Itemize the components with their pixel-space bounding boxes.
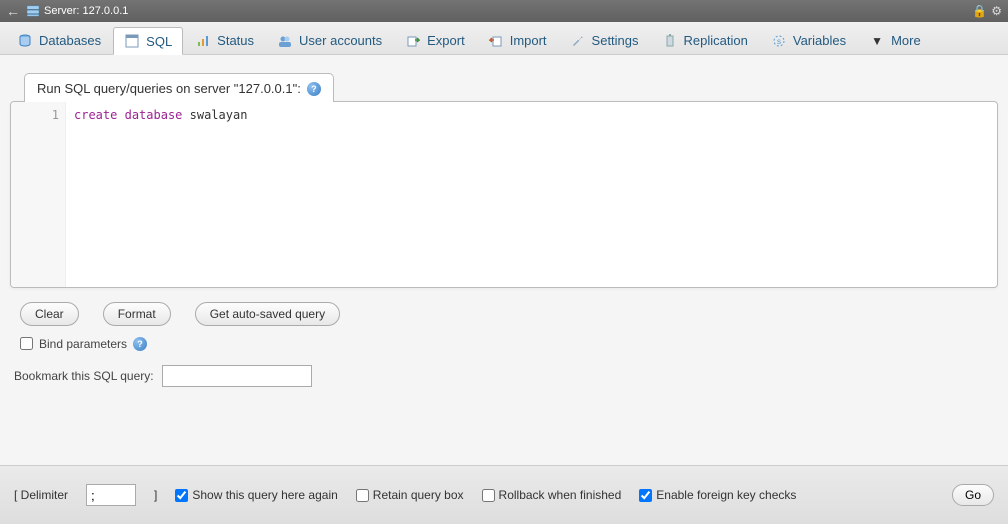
help-icon[interactable]: ? — [133, 336, 147, 351]
wrench-icon — [570, 33, 586, 49]
panel-title: Run SQL query/queries on server "127.0.0… — [37, 81, 301, 96]
tab-status[interactable]: Status — [184, 26, 265, 54]
code-identifier: swalayan — [190, 108, 248, 122]
delimiter-input[interactable] — [86, 484, 136, 506]
sql-icon — [124, 33, 140, 49]
show-again-label: Show this query here again — [192, 488, 337, 502]
code-keyword: create — [74, 108, 117, 122]
go-button[interactable]: Go — [952, 484, 994, 506]
retain-checkbox[interactable] — [356, 489, 369, 502]
replication-icon — [662, 33, 678, 49]
help-icon[interactable]: ? — [307, 80, 321, 96]
tab-databases[interactable]: Databases — [6, 26, 112, 54]
get-autosaved-button[interactable]: Get auto-saved query — [195, 302, 340, 326]
clear-button[interactable]: Clear — [20, 302, 79, 326]
foreign-key-option[interactable]: Enable foreign key checks — [639, 488, 796, 502]
sql-panel: Run SQL query/queries on server "127.0.0… — [0, 55, 1008, 417]
import-icon — [488, 33, 504, 49]
tab-label: Variables — [793, 33, 846, 48]
tab-variables[interactable]: s Variables — [760, 26, 857, 54]
foreign-key-checkbox[interactable] — [639, 489, 652, 502]
foreign-key-label: Enable foreign key checks — [656, 488, 796, 502]
bind-parameters-row: Bind parameters ? — [20, 336, 998, 351]
lock-icon[interactable]: 🔒 — [972, 4, 987, 18]
tab-label: Import — [510, 33, 547, 48]
tab-export[interactable]: Export — [394, 26, 476, 54]
tab-label: More — [891, 33, 921, 48]
tab-sql[interactable]: SQL — [113, 27, 183, 55]
bookmark-row: Bookmark this SQL query: — [14, 365, 998, 387]
tab-replication[interactable]: Replication — [651, 26, 759, 54]
tab-label: Databases — [39, 33, 101, 48]
editor-gutter: 1 — [11, 102, 66, 287]
format-button[interactable]: Format — [103, 302, 171, 326]
line-number: 1 — [11, 108, 59, 122]
editor-buttons: Clear Format Get auto-saved query — [20, 302, 998, 326]
back-arrow-icon[interactable]: ← — [6, 3, 20, 19]
tab-user-accounts[interactable]: User accounts — [266, 26, 393, 54]
tab-label: SQL — [146, 34, 172, 49]
tab-label: Export — [427, 33, 465, 48]
retain-option[interactable]: Retain query box — [356, 488, 464, 502]
variables-icon: s — [771, 33, 787, 49]
export-icon — [405, 33, 421, 49]
tab-label: Settings — [592, 33, 639, 48]
sql-editor-container: 1 create database swalayan — [10, 101, 998, 288]
panel-title-bar: Run SQL query/queries on server "127.0.0… — [24, 73, 334, 102]
database-icon — [17, 33, 33, 49]
server-label: Server: 127.0.0.1 — [44, 5, 128, 17]
retain-label: Retain query box — [373, 488, 464, 502]
bookmark-input[interactable] — [162, 365, 312, 387]
delimiter-bracket-close: ] — [154, 488, 157, 502]
bookmark-label: Bookmark this SQL query: — [14, 369, 154, 383]
editor-code[interactable]: create database swalayan — [66, 102, 997, 287]
rollback-option[interactable]: Rollback when finished — [482, 488, 622, 502]
tab-label: Replication — [684, 33, 748, 48]
sql-editor[interactable]: 1 create database swalayan — [11, 102, 997, 287]
title-bar: ← Server: 127.0.0.1 🔒 ⚙ — [0, 0, 1008, 22]
bind-parameters-label: Bind parameters — [39, 337, 127, 351]
bind-parameters-checkbox[interactable] — [20, 337, 33, 350]
show-again-checkbox[interactable] — [175, 489, 188, 502]
users-icon — [277, 33, 293, 49]
server-icon — [26, 5, 40, 17]
rollback-label: Rollback when finished — [499, 488, 622, 502]
main-tabs: Databases SQL Status User accounts Expor… — [0, 22, 1008, 55]
svg-text:s: s — [777, 37, 781, 46]
footer-bar: [ Delimiter ] Show this query here again… — [0, 465, 1008, 524]
show-again-option[interactable]: Show this query here again — [175, 488, 337, 502]
tab-import[interactable]: Import — [477, 26, 558, 54]
chevron-down-icon: ▼ — [869, 33, 885, 49]
gear-icon[interactable]: ⚙ — [991, 4, 1002, 18]
tab-settings[interactable]: Settings — [559, 26, 650, 54]
tab-label: User accounts — [299, 33, 382, 48]
status-icon — [195, 33, 211, 49]
tab-label: Status — [217, 33, 254, 48]
code-keyword: database — [125, 108, 183, 122]
delimiter-bracket-open: [ Delimiter — [14, 488, 68, 502]
rollback-checkbox[interactable] — [482, 489, 495, 502]
tab-more[interactable]: ▼ More — [858, 26, 932, 54]
